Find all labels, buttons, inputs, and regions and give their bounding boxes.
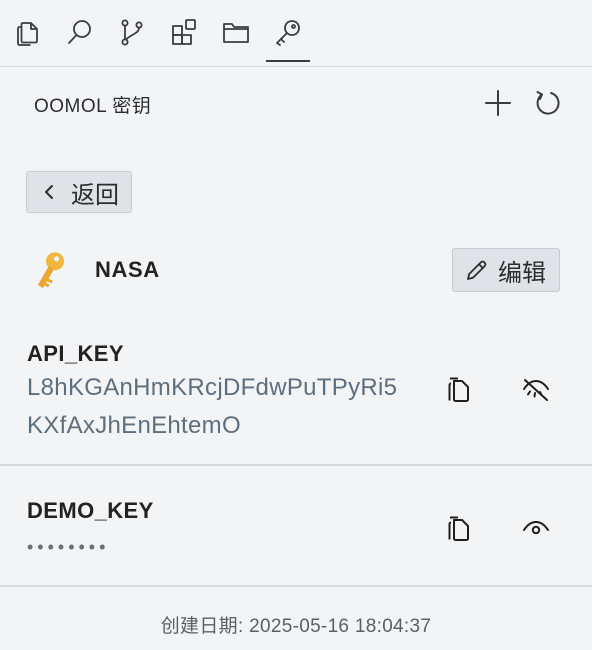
eye-off-icon (523, 379, 549, 401)
refresh-button[interactable] (530, 86, 564, 120)
keys-panel: OOMOL 密钥 返回 NASA 编辑 API_KEY L8hKGAnHmKRc… (0, 0, 592, 650)
copy-icon (17, 22, 38, 46)
blocks-icon (172, 19, 196, 45)
pencil-icon (467, 260, 487, 280)
created-date: 创建日期: 2025-05-16 18:04:37 (160, 616, 432, 637)
divider (0, 464, 592, 466)
secret-name: API_KEY (27, 341, 124, 366)
tab-source-control[interactable] (112, 10, 152, 54)
hide-secret-button[interactable] (518, 371, 554, 407)
divider (0, 585, 592, 587)
back-button-label: 返回 (71, 181, 119, 209)
search-icon (68, 20, 91, 44)
secret-value: L8hKGAnHmKRcjDFdwPuTPyRi5KXfAxJhEnEhtemO (27, 374, 398, 439)
key-emoji-icon (37, 252, 64, 288)
tab-explorer[interactable] (216, 10, 256, 54)
branch-icon (121, 19, 143, 46)
copy-secret-button[interactable] (440, 510, 476, 546)
page-title: OOMOL 密钥 (34, 96, 152, 117)
folder-icon (223, 23, 249, 43)
edit-button-label: 编辑 (498, 259, 546, 287)
key-icon (276, 20, 300, 46)
edit-button[interactable]: 编辑 (452, 248, 560, 292)
secret-name: DEMO_KEY (27, 498, 154, 523)
key-name: NASA (95, 257, 160, 282)
eye-icon (523, 521, 549, 535)
copy-secret-button[interactable] (440, 371, 476, 407)
activity-tabbar (0, 0, 592, 67)
show-secret-button[interactable] (518, 510, 554, 546)
copy-icon (448, 516, 469, 541)
tab-files[interactable] (8, 10, 48, 54)
back-button[interactable]: 返回 (26, 171, 132, 213)
tab-extensions[interactable] (164, 10, 204, 54)
tab-search[interactable] (60, 10, 100, 54)
tab-secrets[interactable] (266, 10, 310, 62)
add-key-button[interactable] (481, 86, 515, 120)
copy-icon (448, 377, 469, 402)
refresh-icon (536, 91, 560, 115)
plus-icon (485, 90, 511, 116)
chevron-left-icon (45, 185, 53, 199)
secret-masked-value: •••••••• (27, 537, 110, 557)
